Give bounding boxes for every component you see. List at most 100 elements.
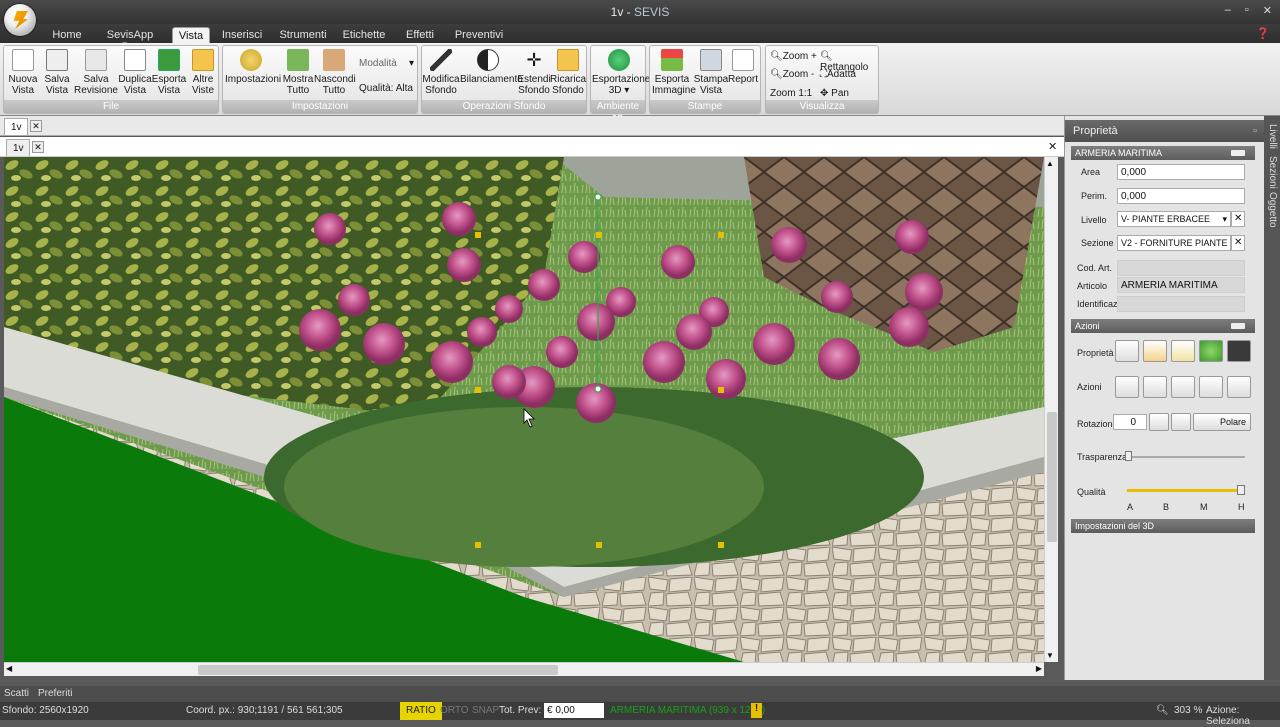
export-arrow-icon (158, 49, 180, 71)
qualita-thumb[interactable] (1237, 485, 1245, 495)
ricarica-sfondo-button[interactable]: Ricarica Sfondo (550, 48, 586, 100)
maximize-button[interactable]: ▫ (1245, 4, 1249, 17)
scroll-up-icon[interactable]: ▲ (1046, 159, 1054, 168)
tab-scatti[interactable]: Scatti (4, 688, 29, 699)
extend-arrows-icon: ✛ (526, 50, 542, 70)
qualita-tick-b: B (1163, 502, 1170, 512)
snap-toggle[interactable]: SNAP (472, 705, 499, 716)
minimize-button[interactable]: – (1225, 4, 1231, 17)
view-tabbar: 1v ✕ ✕ (0, 137, 1064, 157)
livello-select[interactable]: V- PIANTE ERBACEE ▾ (1117, 211, 1231, 227)
3d-action-icon[interactable] (1227, 340, 1251, 362)
dropdown-arrow-icon: ▾ (1222, 214, 1227, 224)
hand-action-icon[interactable] (1171, 340, 1195, 362)
tab-effetti[interactable]: Effetti (402, 27, 438, 43)
line-action-icon[interactable] (1171, 376, 1195, 398)
horizontal-scroll-thumb[interactable] (198, 665, 558, 675)
sezione-select[interactable]: V2 - FORNITURE PIANTE (1117, 235, 1231, 251)
zoom-out-button[interactable]: 🔍︎Zoom - (770, 69, 814, 80)
horizontal-scrollbar[interactable]: ◀ ▶ (4, 662, 1044, 676)
scroll-down-icon[interactable]: ▼ (1046, 651, 1054, 660)
tab-home[interactable]: Home (48, 27, 86, 43)
area-field[interactable]: 0,000 (1117, 164, 1245, 180)
tab-preferiti[interactable]: Preferiti (38, 688, 72, 699)
properties-action-icon[interactable] (1115, 340, 1139, 362)
duplica-vista-button[interactable]: Duplica Vista (116, 48, 154, 100)
scroll-left-icon[interactable]: ◀ (6, 664, 12, 673)
articolo-label: Articolo (1077, 281, 1108, 291)
contrast-action-icon[interactable] (1143, 376, 1167, 398)
ratio-toggle[interactable]: RATIO (400, 702, 442, 720)
tab-inserisci[interactable]: Inserisci (220, 27, 264, 43)
warning-icon[interactable]: ! (751, 703, 762, 718)
tab-vista[interactable]: Vista (172, 27, 210, 43)
sezione-label: Sezione (1081, 238, 1114, 248)
esporta-immagine-button[interactable]: Esporta Immagine (652, 48, 696, 100)
modifica-sfondo-button[interactable]: Modifica Sfondo (422, 48, 460, 100)
nascondi-tutto-button[interactable]: Nascondi Tutto (314, 48, 356, 100)
align-horizontal-icon[interactable] (1227, 376, 1251, 398)
trasparenza-slider[interactable] (1127, 456, 1245, 458)
clear-livello-icon[interactable]: ✕ (1231, 211, 1245, 227)
stampa-vista-button[interactable]: Stampa Vista (692, 48, 730, 100)
qualita-tick-h: H (1238, 502, 1245, 512)
zoom-in-icon: 🔍︎ (770, 51, 783, 62)
document-tab[interactable]: 1v (4, 118, 28, 135)
move-action-icon[interactable] (1143, 340, 1167, 362)
orto-toggle[interactable]: ORTO (440, 705, 469, 716)
salva-vista-button[interactable]: Salva Vista (38, 48, 76, 100)
align-vertical-icon[interactable] (1199, 376, 1223, 398)
esporta-vista-button[interactable]: Esporta Vista (150, 48, 188, 100)
scroll-right-icon[interactable]: ▶ (1036, 664, 1042, 673)
rotate-right-icon[interactable] (1171, 413, 1191, 431)
cube-action-icon[interactable] (1115, 376, 1139, 398)
estendi-sfondo-button[interactable]: ✛ Estendi Sfondo (516, 48, 552, 100)
impostazioni-button[interactable]: Impostazioni (225, 48, 281, 100)
tab-preventivi[interactable]: Preventivi (451, 27, 507, 43)
vertical-scroll-thumb[interactable] (1047, 412, 1057, 542)
group-stampe: Esporta Immagine Stampa Vista Report Stamp… (649, 45, 761, 114)
pin-icon[interactable]: ▫ (1253, 125, 1257, 137)
app-menu-orb[interactable] (4, 4, 36, 36)
side-tab-sezioni[interactable]: Sezioni (1267, 156, 1278, 189)
collapse-icon[interactable] (1231, 150, 1245, 156)
close-view-icon[interactable]: ✕ (1048, 140, 1057, 153)
view-tab[interactable]: 1v (6, 139, 30, 156)
rotazione-input[interactable]: 0 (1113, 414, 1147, 430)
zoom-11-button[interactable]: Zoom 1:1 (770, 88, 812, 99)
trasparenza-thumb[interactable] (1125, 451, 1132, 461)
design-viewport[interactable] (4, 157, 1044, 662)
nuova-vista-button[interactable]: Nuova Vista (4, 48, 42, 100)
collapse-icon[interactable] (1231, 323, 1245, 329)
tab-etichette[interactable]: Etichette (340, 27, 388, 43)
help-icon[interactable]: ❓ (1256, 27, 1270, 40)
ribbon-tabs: Home SevisApp Pro Vista Inserisci Strume… (0, 24, 1280, 53)
report-button[interactable]: Report (726, 48, 760, 100)
salva-revisione-button[interactable]: Salva Revisione (74, 48, 118, 100)
mostra-tutto-button[interactable]: Mostra Tutto (279, 48, 317, 100)
tab-sevisapp-pro[interactable]: SevisApp Pro (97, 27, 163, 53)
rotate-left-icon[interactable] (1149, 413, 1169, 431)
section-impostazioni-3d[interactable]: Impostazioni del 3D (1071, 519, 1255, 533)
qualita-slider[interactable] (1127, 489, 1245, 492)
close-view-tab-icon[interactable]: ✕ (32, 141, 44, 153)
vertical-scrollbar[interactable]: ▲ ▼ (1044, 157, 1058, 662)
polare-button[interactable]: Polare (1193, 413, 1251, 431)
altre-viste-button[interactable]: Altre Viste (184, 48, 222, 100)
close-button[interactable]: ✕ (1263, 4, 1272, 17)
pan-button[interactable]: ✥ Pan (820, 88, 849, 99)
bilanciamento-button[interactable]: Bilanciamento (460, 48, 523, 100)
side-tab-livelli[interactable]: Livelli (1267, 124, 1278, 149)
side-tab-oggetto[interactable]: Oggetto (1267, 192, 1278, 228)
perim-field[interactable]: 0,000 (1117, 188, 1245, 204)
qualita-dropdown[interactable]: Qualità: Alta (359, 83, 413, 94)
close-tab-icon[interactable]: ✕ (30, 120, 42, 132)
clear-sezione-icon[interactable]: ✕ (1231, 235, 1245, 251)
tree-action-icon[interactable] (1199, 340, 1223, 362)
zoom-in-button[interactable]: 🔍︎Zoom + (770, 51, 817, 62)
esportazione-3d-button[interactable]: Esportazione 3D ▾ (592, 48, 650, 100)
adatta-button[interactable]: ⛶Adatta (820, 69, 856, 80)
tab-strumenti[interactable]: Strumenti (277, 27, 329, 43)
modalita-dropdown[interactable]: Modalità (359, 58, 397, 69)
group-impostazioni: Impostazioni Mostra Tutto Nascondi Tutto M… (222, 45, 418, 114)
